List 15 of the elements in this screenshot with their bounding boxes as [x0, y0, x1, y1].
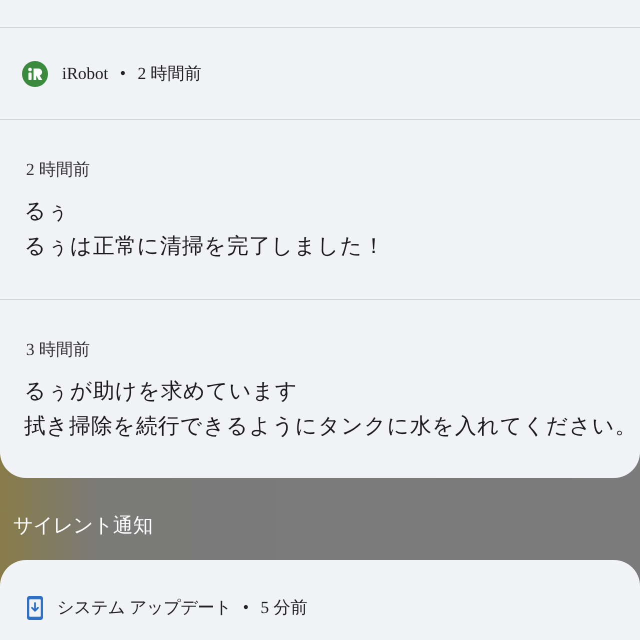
section-heading: サイレント通知	[13, 515, 153, 537]
logo-icon	[22, 60, 48, 86]
message-body: るぅは正常に清掃を完了しました！	[24, 233, 385, 260]
message-title: るぅが助けを求めています	[24, 378, 298, 405]
message-title: るぅ	[24, 198, 70, 225]
message-time: 2 時間前	[26, 159, 90, 181]
separator-dot: •	[243, 598, 249, 618]
app-name: iRobot	[62, 62, 108, 84]
message-body: 拭き掃除を続行できるようにタンクに水を入れてください。	[24, 413, 637, 440]
notification-time: 2 時間前	[138, 62, 202, 84]
phone-download-icon	[27, 596, 43, 620]
notification-time: 5 分前	[260, 597, 308, 619]
message-time: 3 時間前	[26, 339, 90, 361]
app-name: システム アップデート	[57, 597, 232, 619]
separator-dot: •	[120, 64, 126, 84]
